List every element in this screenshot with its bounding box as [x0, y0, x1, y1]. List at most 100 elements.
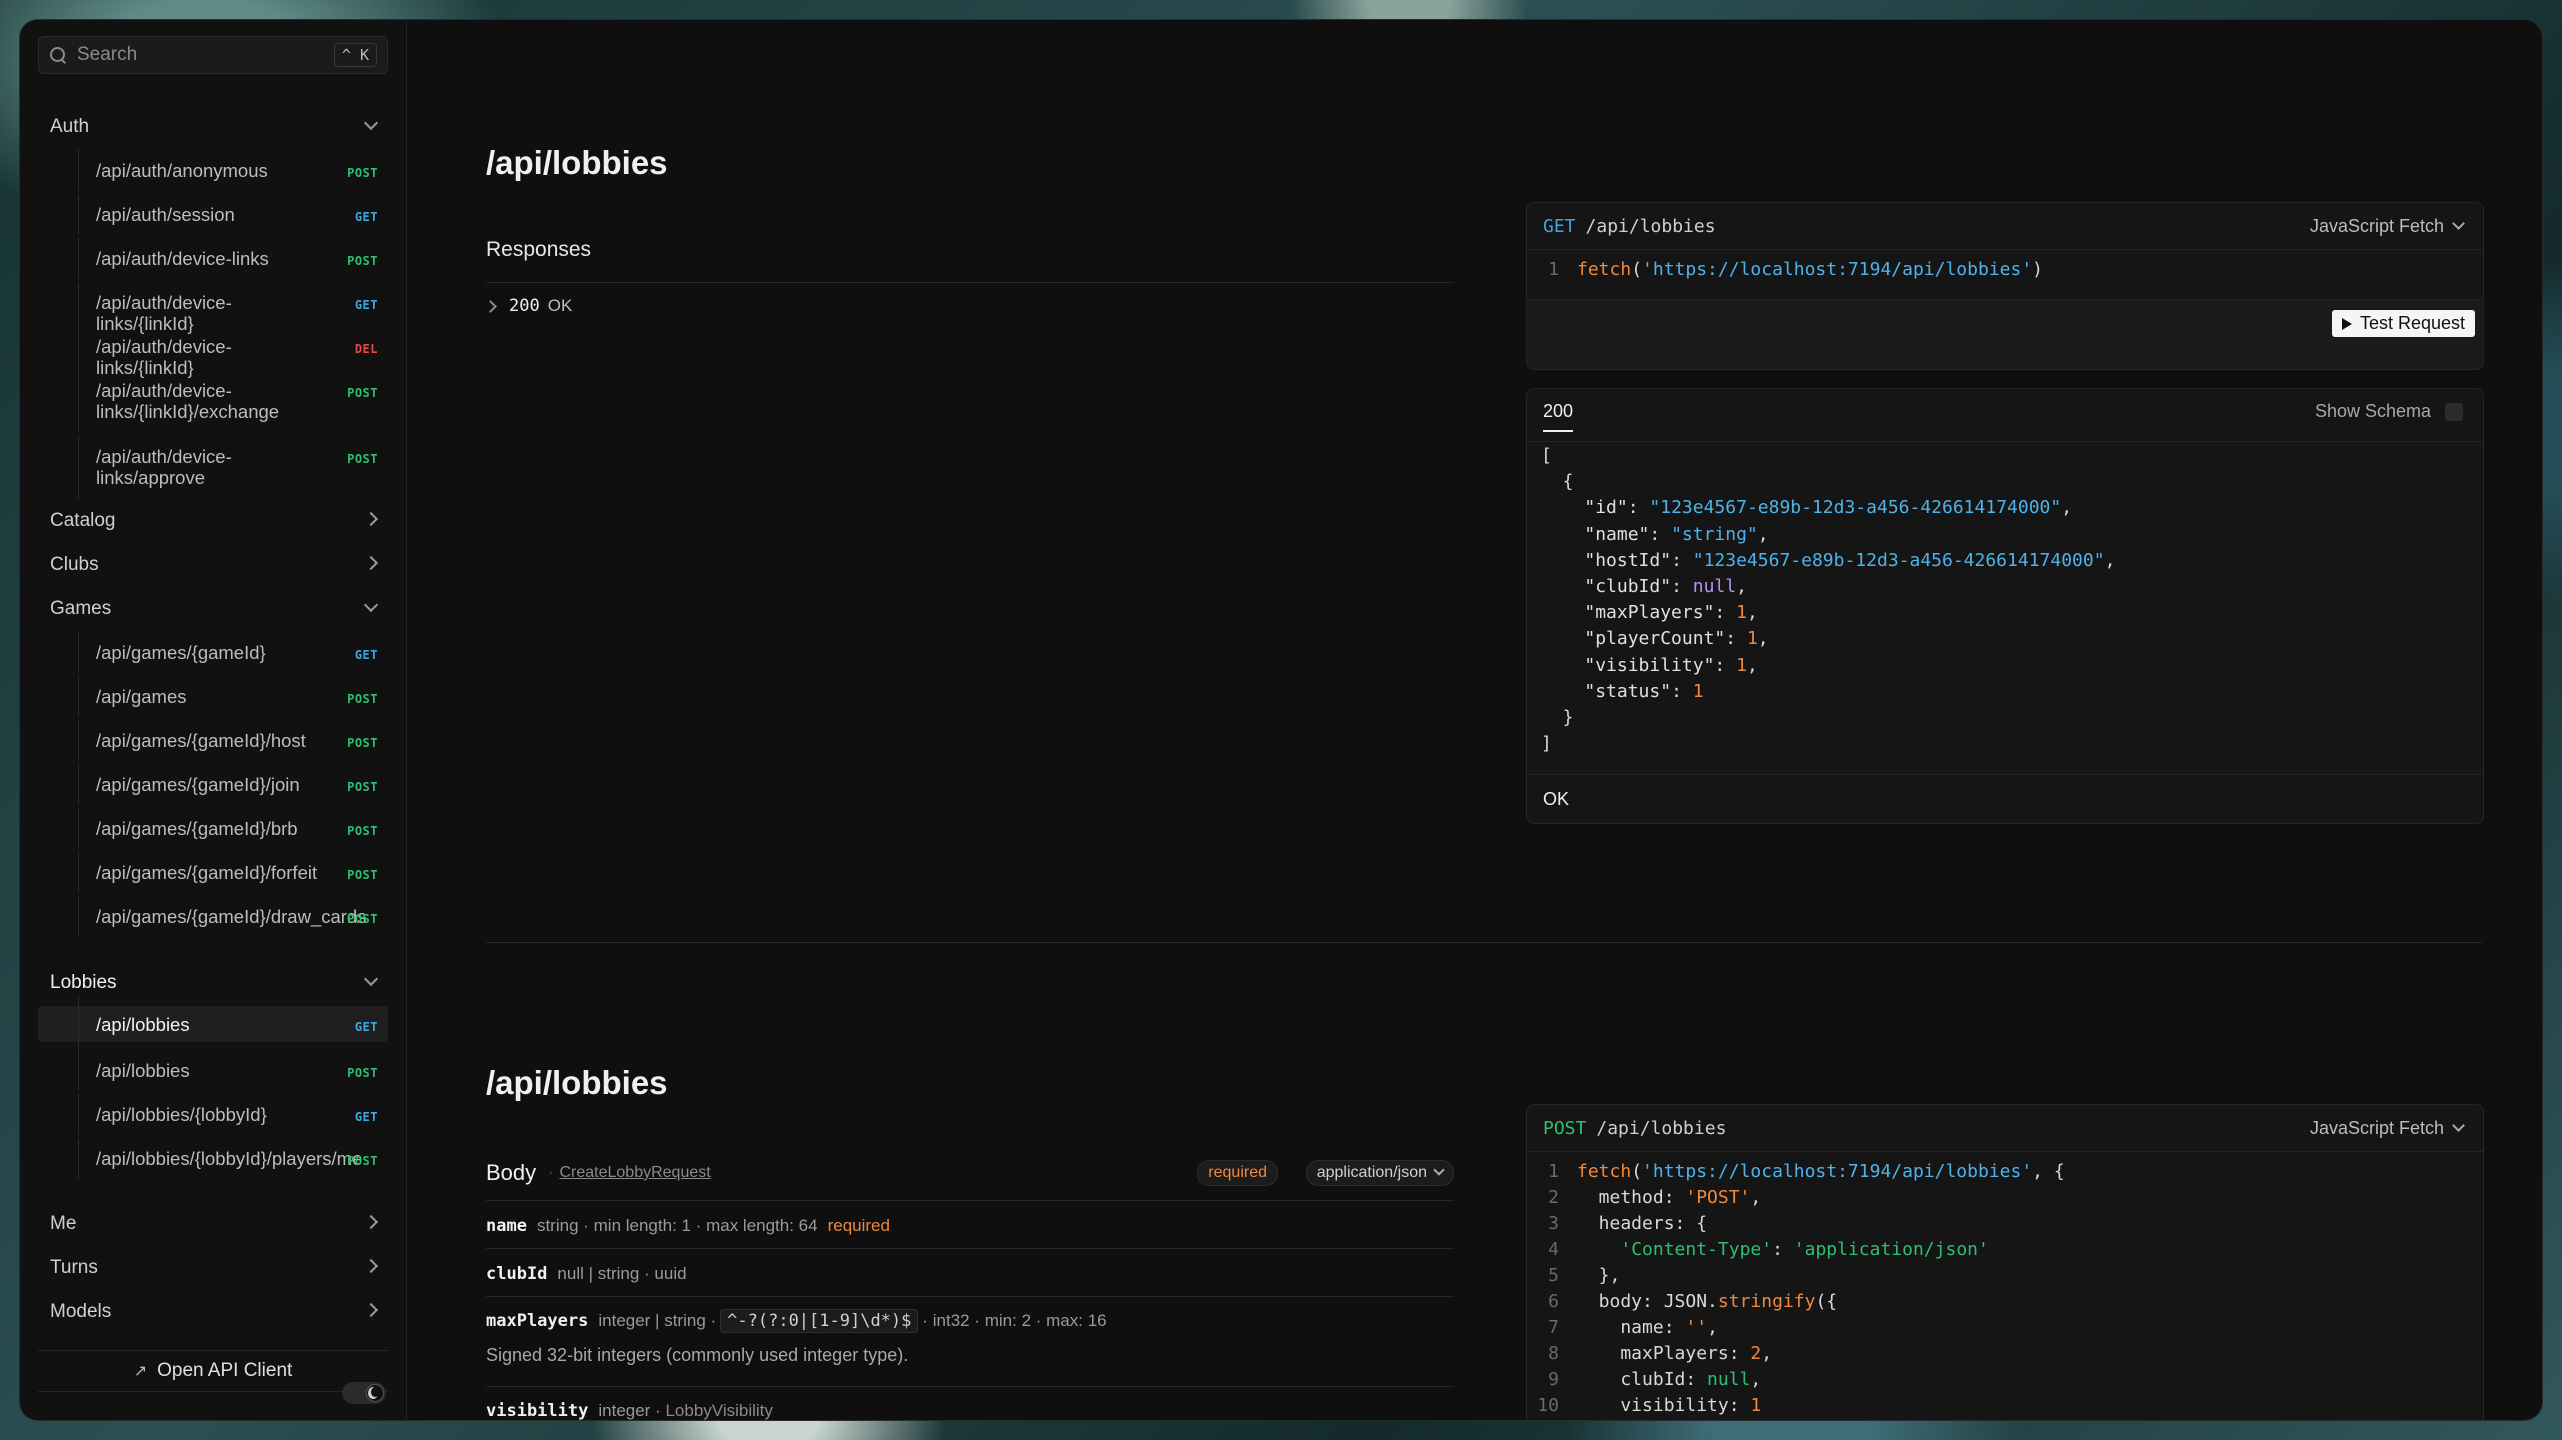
sidebar-item[interactable]: /api/lobbies/{lobbyId} GET: [38, 1094, 388, 1135]
code-header-val: 'application/json': [1793, 1239, 1989, 1260]
sidebar-item[interactable]: /api/lobbies POST: [38, 1050, 388, 1091]
code-header-key: 'Content-Type': [1620, 1239, 1773, 1260]
method-badge: POST: [347, 254, 378, 268]
language-label: JavaScript Fetch: [2309, 215, 2444, 236]
search-input[interactable]: Search ^ K: [38, 36, 388, 74]
show-schema-toggle[interactable]: Show Schema: [2315, 401, 2463, 422]
item-path: /api/games/{gameId}/forfeit: [96, 862, 318, 883]
responses-heading: Responses: [486, 238, 592, 261]
theme-toggle[interactable]: [342, 1382, 386, 1404]
field-meta: null | string · uuid: [557, 1264, 687, 1283]
sidebar-item[interactable]: /api/games/{gameId}/brb POST: [38, 808, 388, 849]
divider: [486, 1386, 1454, 1387]
search-shortcut: ^ K: [333, 43, 377, 67]
separator: ·: [548, 1164, 554, 1181]
method-badge: DEL: [354, 342, 378, 356]
sidebar-group-games[interactable]: Games: [50, 589, 390, 629]
page-title-2: /api/lobbies: [486, 1064, 668, 1101]
json-playercount: 1: [1746, 628, 1758, 650]
item-path: /api/games/{gameId}/draw_cards: [96, 906, 367, 927]
sidebar-item[interactable]: /api/games/{gameId} GET: [38, 632, 388, 673]
method-badge: GET: [354, 298, 378, 312]
code-method: 'POST': [1685, 1187, 1751, 1208]
sidebar-group-auth[interactable]: Auth: [50, 107, 390, 147]
field-description: Signed 32-bit integers (commonly used in…: [486, 1345, 909, 1365]
sidebar-group-clubs[interactable]: Clubs: [50, 545, 390, 585]
item-path: /api/games/{gameId}/join: [96, 774, 300, 795]
group-label: Models: [50, 1301, 112, 1322]
chevron-right-icon: [363, 555, 379, 571]
sidebar-item[interactable]: /api/auth/session GET: [38, 194, 388, 235]
field-name: name string · min length: 1 · max length:…: [486, 1216, 1454, 1236]
sidebar-group-turns[interactable]: Turns: [50, 1248, 390, 1288]
sidebar-item[interactable]: /api/auth/device-links/{linkId}/exchange…: [38, 370, 388, 432]
field-required: required: [827, 1216, 890, 1235]
chevron-down-icon: [2452, 216, 2465, 230]
group-label: Games: [50, 598, 112, 619]
response-example-card: 200 Show Schema [ { "id": "123e4567-e89b…: [1526, 388, 2484, 824]
main-content: /api/lobbies Responses 200 OK GET /api/l…: [406, 20, 2542, 1420]
tab-200[interactable]: 200: [1543, 401, 1574, 432]
body-label: Body: [486, 1160, 537, 1185]
response-200-toggle[interactable]: 200 OK: [484, 296, 572, 316]
json-status: 1: [1692, 680, 1704, 702]
method-badge: POST: [347, 824, 378, 838]
sidebar-group-lobbies[interactable]: Lobbies: [50, 963, 390, 1003]
sidebar-group-me[interactable]: Me: [50, 1204, 390, 1244]
search-icon: [49, 46, 67, 64]
sidebar-group-models[interactable]: Models: [50, 1292, 390, 1332]
body-header: Body · CreateLobbyRequest required appli…: [486, 1158, 1454, 1188]
sidebar-item[interactable]: /api/games/{gameId}/forfeit POST: [38, 852, 388, 893]
item-path: /api/auth/device-links/{linkId}: [96, 292, 232, 334]
sidebar-item-active[interactable]: /api/lobbies GET: [38, 996, 388, 1052]
divider: [486, 1200, 1454, 1201]
chevron-right-icon: [363, 511, 379, 527]
open-api-client-button[interactable]: ↗ Open API Client: [38, 1350, 388, 1392]
sidebar-item[interactable]: /api/auth/device-links/{linkId} DEL: [38, 326, 388, 388]
language-select[interactable]: JavaScript Fetch: [2310, 1118, 2465, 1139]
code-clubid-val: null: [1707, 1369, 1751, 1390]
chevron-down-icon: [2452, 1118, 2465, 1132]
checkbox[interactable]: [2445, 402, 2463, 421]
sidebar-item[interactable]: /api/auth/device-links POST: [38, 238, 388, 279]
method-badge: GET: [354, 1110, 378, 1124]
json-visibility: 1: [1736, 654, 1747, 676]
divider: [1527, 441, 2483, 442]
group-label: Me: [50, 1213, 77, 1234]
schema-ref-link[interactable]: CreateLobbyRequest: [559, 1164, 710, 1182]
item-path: /api/lobbies: [96, 1060, 190, 1081]
sidebar-item[interactable]: /api/auth/device-links/approve POST: [38, 436, 388, 498]
field-key: name: [486, 1216, 527, 1236]
method-badge: GET: [354, 648, 378, 662]
sidebar-item[interactable]: /api/games/{gameId}/join POST: [38, 764, 388, 805]
external-arrow-icon: ↗: [133, 1363, 148, 1380]
response-code: 200: [509, 296, 540, 316]
sidebar-item[interactable]: /api/lobbies/{lobbyId}/players/me POST: [38, 1138, 388, 1179]
item-path: /api/games: [96, 686, 187, 707]
section-divider: [486, 942, 2482, 943]
code-maxplayers-val: 2: [1750, 1343, 1762, 1364]
sidebar-item[interactable]: /api/games/{gameId}/draw_cards POST: [38, 896, 388, 937]
sidebar-item[interactable]: /api/games/{gameId}/host POST: [38, 720, 388, 761]
content-type-select[interactable]: application/json: [1305, 1160, 1454, 1186]
group-label: Auth: [50, 116, 90, 137]
language-select[interactable]: JavaScript Fetch: [2309, 215, 2465, 237]
test-request-button[interactable]: Test Request: [2331, 310, 2475, 337]
json-id: "123e4567-e89b-12d3-a456-426614174000": [1649, 497, 2062, 519]
http-verb: GET: [1543, 215, 1576, 237]
card-footer: Test Request: [1527, 299, 2483, 369]
sidebar-item[interactable]: /api/games POST: [38, 676, 388, 717]
line-number: 1: [1548, 259, 1559, 280]
sidebar-group-catalog[interactable]: Catalog: [50, 501, 390, 541]
item-path: /api/lobbies: [96, 1014, 190, 1035]
field-key: visibility: [486, 1401, 589, 1420]
response-json: [ { "id": "123e4567-e89b-12d3-a456-42661…: [1541, 445, 2116, 755]
sidebar-item[interactable]: /api/auth/anonymous POST: [38, 150, 388, 191]
method-badge: POST: [347, 386, 378, 400]
item-path: /api/auth/session: [96, 204, 235, 225]
required-badge: required: [1197, 1160, 1278, 1186]
post-request-example-card: POST /api/lobbies JavaScript Fetch 1 fetc…: [1526, 1104, 2484, 1420]
field-key: clubId: [486, 1264, 548, 1284]
divider: [486, 1296, 1454, 1297]
sidebar-item[interactable]: /api/auth/device-links/{linkId} GET: [38, 282, 388, 344]
